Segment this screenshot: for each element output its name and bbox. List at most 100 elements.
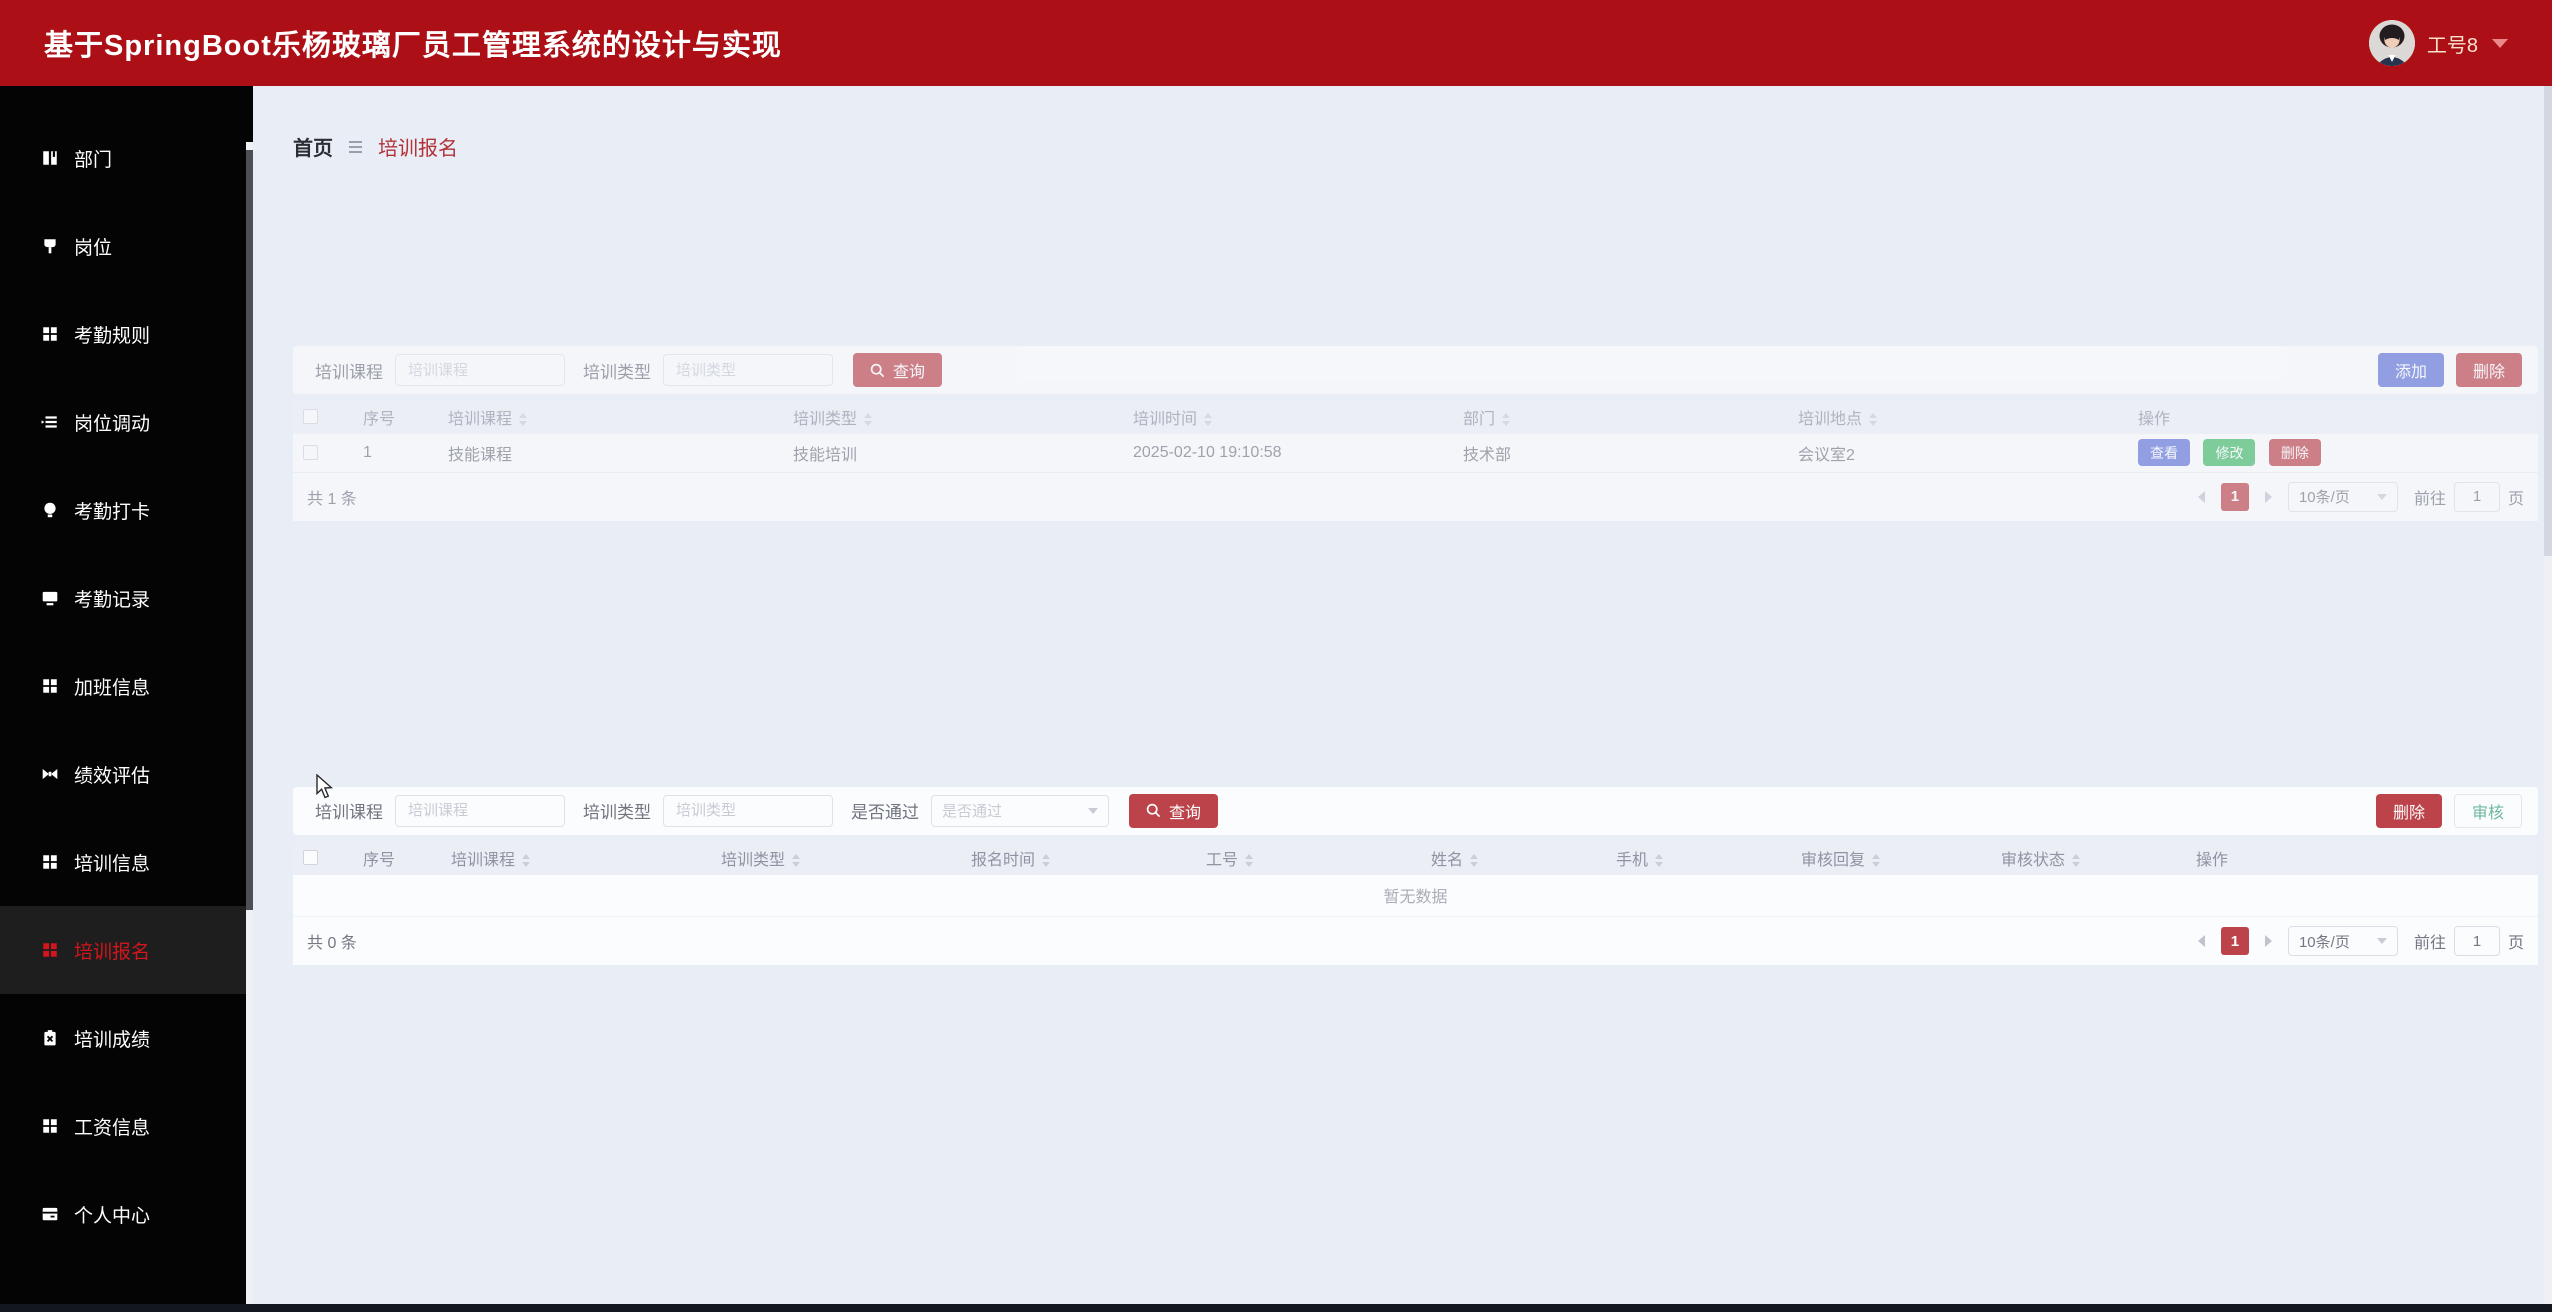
col-course[interactable]: 培训课程 xyxy=(438,400,783,434)
sort-icon xyxy=(1502,413,1511,427)
sort-icon xyxy=(519,413,528,427)
col-type[interactable]: 培训类型 xyxy=(711,840,961,875)
cell-dept: 技术部 xyxy=(1453,434,1788,473)
course-search-input[interactable] xyxy=(395,354,565,386)
add-button[interactable]: 添加 xyxy=(2377,353,2444,387)
signup-search-bar: 培训课程 培训类型 是否通过 是否通过 查询 删除 审核 xyxy=(293,786,2538,835)
main-scrollbar-thumb[interactable] xyxy=(2544,86,2552,556)
type-search-input[interactable] xyxy=(663,794,833,827)
prev-page-icon[interactable] xyxy=(2197,935,2205,947)
sidebar-item-label: 岗位 xyxy=(74,237,113,259)
audit-button[interactable]: 审核 xyxy=(2453,793,2522,828)
chevron-down-icon xyxy=(2376,493,2387,500)
view-button[interactable]: 查看 xyxy=(2138,439,2190,467)
col-course[interactable]: 培训课程 xyxy=(441,840,711,875)
page-number-button[interactable]: 1 xyxy=(2220,927,2249,955)
total-count: 共 1 条 xyxy=(307,490,357,508)
total-count: 共 0 条 xyxy=(307,935,357,952)
user-menu[interactable]: 工号8 xyxy=(2368,20,2508,66)
sidebar-item-post-transfer[interactable]: 岗位调动 xyxy=(0,378,253,466)
main-scrollbar[interactable] xyxy=(2544,86,2552,1304)
sidebar-item-label: 加班信息 xyxy=(74,677,151,699)
sort-icon xyxy=(1655,853,1664,867)
delete-button[interactable]: 删除 xyxy=(2455,353,2522,387)
sidebar-item-label: 考勤规则 xyxy=(74,325,151,347)
sidebar-item-salary-info[interactable]: 工资信息 xyxy=(0,1082,253,1170)
grid-icon xyxy=(40,677,59,696)
goto-page-input[interactable] xyxy=(2453,926,2500,956)
grid-icon xyxy=(40,941,59,960)
course-search-input[interactable] xyxy=(395,794,565,827)
empty-text: 暂无数据 xyxy=(293,874,2538,917)
row-checkbox[interactable] xyxy=(303,445,318,461)
sidebar-item-post[interactable]: 岗位 xyxy=(0,202,253,290)
sort-icon xyxy=(792,853,801,867)
breadcrumb-home[interactable]: 首页 xyxy=(293,132,333,161)
cell-index: 1 xyxy=(353,434,438,473)
brush-icon xyxy=(40,237,59,256)
sort-icon xyxy=(522,853,531,867)
sidebar-item-attendance-records[interactable]: 考勤记录 xyxy=(0,554,253,642)
monitor-icon xyxy=(40,589,59,608)
pass-label: 是否通过 xyxy=(851,803,919,822)
col-phone[interactable]: 手机 xyxy=(1606,840,1791,875)
type-search-input[interactable] xyxy=(663,354,833,386)
cell-place: 会议室2 xyxy=(1788,434,2128,473)
sidebar-nav: 部门 岗位 考勤规则 岗位调动 考勤打卡 考勤记录 加班信息 绩效评估 培训信息… xyxy=(0,86,253,1304)
col-time[interactable]: 培训时间 xyxy=(1123,400,1453,434)
next-page-icon[interactable] xyxy=(2264,490,2272,503)
sidebar-item-personal-center[interactable]: 个人中心 xyxy=(0,1170,253,1258)
cell-time: 2025-02-10 19:10:58 xyxy=(1123,434,1453,473)
type-label: 培训类型 xyxy=(583,362,651,382)
col-audit-reply[interactable]: 审核回复 xyxy=(1791,840,1991,875)
sidebar-item-training-info[interactable]: 培训信息 xyxy=(0,818,253,906)
course-label: 培训课程 xyxy=(315,803,383,822)
col-job-no[interactable]: 工号 xyxy=(1196,840,1421,875)
sidebar-item-label: 考勤打卡 xyxy=(74,501,151,523)
sidebar-item-department[interactable]: 部门 xyxy=(0,114,253,202)
user-avatar[interactable] xyxy=(2368,20,2415,66)
sort-icon xyxy=(1204,413,1213,427)
type-label: 培训类型 xyxy=(583,803,651,822)
chevron-down-icon xyxy=(2376,938,2387,944)
query-button[interactable]: 查询 xyxy=(853,353,943,387)
sidebar-item-label: 考勤记录 xyxy=(74,589,151,611)
goto-page-input[interactable] xyxy=(2453,481,2500,512)
sidebar-scrollbar[interactable] xyxy=(246,142,253,1304)
next-page-icon[interactable] xyxy=(2264,935,2272,947)
sidebar-scrollbar-thumb[interactable] xyxy=(246,150,253,910)
col-place[interactable]: 培训地点 xyxy=(1788,400,2128,434)
goto-label: 前往 xyxy=(2413,935,2446,952)
sidebar-item-label: 工资信息 xyxy=(74,1117,151,1139)
sidebar-item-label: 培训成绩 xyxy=(74,1029,151,1051)
select-all-checkbox[interactable] xyxy=(303,409,318,425)
user-name[interactable]: 工号8 xyxy=(2427,29,2478,58)
edit-button[interactable]: 修改 xyxy=(2203,439,2256,467)
pass-select[interactable]: 是否通过 xyxy=(931,794,1109,827)
col-audit-status[interactable]: 审核状态 xyxy=(1991,840,2186,875)
query-button[interactable]: 查询 xyxy=(1129,793,1219,828)
col-type[interactable]: 培训类型 xyxy=(783,400,1123,434)
col-index: 序号 xyxy=(353,400,438,434)
sidebar-item-training-signup[interactable]: 培训报名 xyxy=(0,906,253,994)
top-header: 基于SpringBoot乐杨玻璃厂员工管理系统的设计与实现 工号8 xyxy=(0,0,2552,86)
empty-row: 暂无数据 xyxy=(293,874,2538,917)
col-dept[interactable]: 部门 xyxy=(1453,400,1788,434)
prev-page-icon[interactable] xyxy=(2197,490,2205,503)
row-delete-button[interactable]: 删除 xyxy=(2268,439,2321,467)
sidebar-item-attendance-rules[interactable]: 考勤规则 xyxy=(0,290,253,378)
sort-icon xyxy=(1869,413,1878,427)
signup-table: 序号 培训课程 培训类型 报名时间 工号 姓名 手机 审核回复 审核状态 操作 xyxy=(293,840,2538,965)
page-size-select[interactable]: 10条/页 xyxy=(2287,481,2398,512)
sidebar-item-performance-eval[interactable]: 绩效评估 xyxy=(0,730,253,818)
col-signup-time[interactable]: 报名时间 xyxy=(961,840,1196,875)
page-number-button[interactable]: 1 xyxy=(2220,482,2249,511)
table-row: 1 技能课程 技能培训 2025-02-10 19:10:58 技术部 会议室2… xyxy=(293,434,2538,473)
select-all-checkbox[interactable] xyxy=(303,849,318,865)
col-name[interactable]: 姓名 xyxy=(1421,840,1606,875)
delete-button[interactable]: 删除 xyxy=(2375,793,2442,828)
sidebar-item-overtime-info[interactable]: 加班信息 xyxy=(0,642,253,730)
sidebar-item-attendance-clock[interactable]: 考勤打卡 xyxy=(0,466,253,554)
sidebar-item-training-scores[interactable]: 培训成绩 xyxy=(0,994,253,1082)
page-size-select[interactable]: 10条/页 xyxy=(2287,926,2398,956)
